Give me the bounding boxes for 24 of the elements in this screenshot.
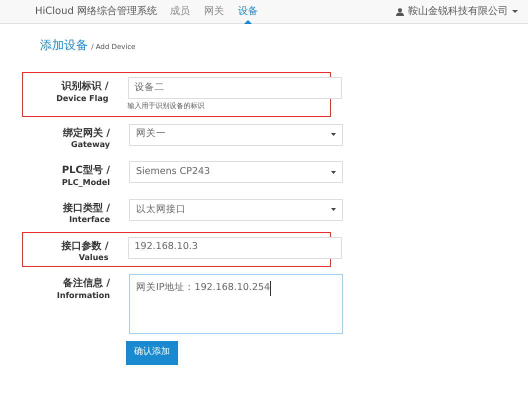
user-menu[interactable]: 鞍山金锐科技有限公司 [396,4,518,19]
caret-icon [331,170,336,174]
field-label: 接口类型 / Interface [62,202,110,225]
user-icon [396,8,404,16]
caret-icon [331,208,336,212]
select-field[interactable]: 网关一 [129,124,343,146]
submit-button[interactable]: 确认添加 [126,341,178,365]
field-label: PLC型号 / PLC_Model [60,164,110,187]
select-field[interactable]: Siemens CP243 [129,161,343,184]
app-title: HiCloud 网络综合管理系统 [35,4,158,19]
text-area[interactable]: 网关IP地址：192.168.10.254 [129,274,343,334]
input-field[interactable]: 192.168.10.3 [128,236,342,259]
caret-icon [512,10,518,14]
nav-tab[interactable]: 设备 [233,0,264,24]
caret-icon [331,133,336,136]
field-label: 接口参数 / Values [60,240,108,262]
field-label: 绑定网关 / Gateway [62,126,110,150]
nav-tab[interactable]: 成员 [165,0,196,24]
nav-tab[interactable]: 网关 [199,0,230,24]
field-label: 备注信息 / Information [56,276,110,302]
select-field[interactable]: 以太网接口 [129,198,343,221]
input-field[interactable]: 设备二 [128,77,342,99]
page-title: 添加设备 [40,38,88,52]
field-label: 识别标识 / Device Flag [55,80,108,105]
